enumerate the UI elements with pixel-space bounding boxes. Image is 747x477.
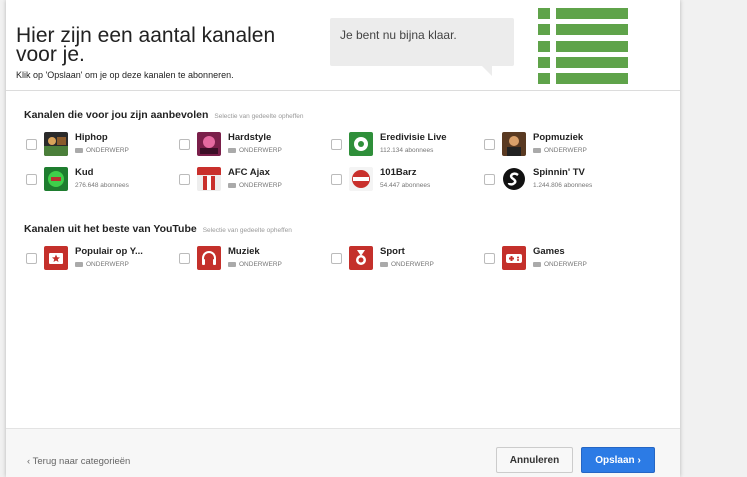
preview-square (538, 24, 550, 35)
preview-square (538, 41, 550, 52)
section-title-recommended: Kanalen die voor jou zijn aanbevolen Sele… (24, 109, 304, 121)
topic-tag-icon (533, 261, 541, 267)
channel-name: Games (533, 246, 565, 257)
channel-checkbox[interactable] (179, 139, 190, 150)
topic-tag-icon (228, 261, 236, 267)
topic-tag-icon (75, 147, 83, 153)
spinnin-thumb (502, 167, 526, 191)
hint-bubble: Je bent nu bijna klaar. (330, 18, 514, 66)
preview-square (538, 8, 550, 19)
channel-name: Populair op Y... (75, 246, 143, 257)
section-title-text: Kanalen die voor jou zijn aanbevolen (24, 109, 209, 121)
preview-bar (556, 73, 628, 84)
channel-checkbox[interactable] (26, 174, 37, 185)
channel-item-muziek[interactable]: Muziek ONDERWERP (179, 244, 329, 274)
headphones-icon (197, 246, 221, 270)
channel-checkbox[interactable] (26, 253, 37, 264)
channel-checkbox[interactable] (484, 253, 495, 264)
channel-checkbox[interactable] (484, 139, 495, 150)
channel-item-kud[interactable]: Kud 276.648 abonnees (26, 165, 176, 195)
topic-tag-icon (228, 147, 236, 153)
topic-tag-icon (380, 261, 388, 267)
channel-name: Muziek (228, 246, 260, 257)
channel-name: 101Barz (380, 167, 417, 178)
channel-name: Sport (380, 246, 405, 257)
preview-square (538, 73, 550, 84)
hiphop-thumb (44, 132, 68, 156)
dialog-footer: ‹ Terug naar categorieën Annuleren Opsla… (6, 428, 680, 477)
section-title-text: Kanalen uit het beste van YouTube (24, 223, 197, 235)
section-title-best-of-youtube: Kanalen uit het beste van YouTube Selecti… (24, 223, 292, 235)
topic-tag-icon (75, 261, 83, 267)
channel-name: Spinnin' TV (533, 167, 585, 178)
preview-bar (556, 8, 628, 19)
eredivisie-thumb (349, 132, 373, 156)
channel-name: Kud (75, 167, 94, 178)
channel-name: Hardstyle (228, 132, 272, 143)
gamepad-icon (502, 246, 526, 270)
channel-item-populair[interactable]: Populair op Y... ONDERWERP (26, 244, 176, 274)
channel-name: Hiphop (75, 132, 108, 143)
ajax-thumb (197, 167, 221, 191)
channel-item-hiphop[interactable]: Hiphop ONDERWERP (26, 130, 176, 160)
channel-meta: ONDERWERP (380, 261, 434, 268)
channel-item-sport[interactable]: Sport ONDERWERP (331, 244, 481, 274)
channel-checkbox[interactable] (331, 253, 342, 264)
topic-tag-icon (228, 182, 236, 188)
channel-item-eredivisie-live[interactable]: Eredivisie Live 112.134 abonnees (331, 130, 481, 160)
channel-item-afc-ajax[interactable]: AFC Ajax ONDERWERP (179, 165, 329, 195)
guide-preview-illustration (526, 0, 646, 90)
channel-meta: ONDERWERP (533, 147, 587, 154)
channel-name: AFC Ajax (228, 167, 270, 178)
channel-checkbox[interactable] (179, 253, 190, 264)
channel-name: Popmuziek (533, 132, 584, 143)
channel-suggestions-dialog: Hier zijn een aantal kanalen voor je. Kl… (6, 0, 680, 477)
channel-checkbox[interactable] (331, 174, 342, 185)
channel-meta: 276.648 abonnees (75, 182, 129, 189)
dialog-header: Hier zijn een aantal kanalen voor je. Kl… (6, 0, 680, 90)
channel-checkbox[interactable] (484, 174, 495, 185)
hint-bubble-tail (482, 66, 492, 76)
channel-item-101barz[interactable]: 101Barz 54.447 abonnees (331, 165, 481, 195)
channel-checkbox[interactable] (26, 139, 37, 150)
preview-bar (556, 24, 628, 35)
topic-tag-icon (533, 147, 541, 153)
star-icon (44, 246, 68, 270)
channel-item-hardstyle[interactable]: Hardstyle ONDERWERP (179, 130, 329, 160)
medal-icon (349, 246, 373, 270)
page-subtitle: Klik op 'Opslaan' om je op deze kanalen … (16, 70, 234, 80)
channel-meta: 112.134 abonnees (380, 147, 434, 154)
channel-checkbox[interactable] (179, 174, 190, 185)
channel-item-popmuziek[interactable]: Popmuziek ONDERWERP (484, 130, 634, 160)
channel-item-spinnin-tv[interactable]: Spinnin' TV 1.244.806 abonnees (484, 165, 634, 195)
channel-meta: 1.244.806 abonnees (533, 182, 593, 189)
channel-meta: ONDERWERP (75, 147, 129, 154)
preview-square (538, 57, 550, 68)
hardstyle-thumb (197, 132, 221, 156)
cancel-button[interactable]: Annuleren (496, 447, 573, 473)
channel-meta: ONDERWERP (75, 261, 129, 268)
channel-meta: ONDERWERP (228, 261, 282, 268)
channel-meta: ONDERWERP (228, 182, 282, 189)
save-button[interactable]: Opslaan › (581, 447, 655, 473)
kud-thumb (44, 167, 68, 191)
preview-bar (556, 41, 628, 52)
101barz-thumb (349, 167, 373, 191)
back-to-categories-link[interactable]: ‹ Terug naar categorieën (27, 456, 130, 467)
channel-meta: ONDERWERP (533, 261, 587, 268)
channel-name: Eredivisie Live (380, 132, 447, 143)
deselect-link[interactable]: Selectie van gedeelte opheffen (214, 113, 303, 120)
page-title: Hier zijn een aantal kanalen voor je. (16, 24, 276, 66)
preview-bar (556, 57, 628, 68)
header-divider (6, 90, 680, 91)
channel-checkbox[interactable] (331, 139, 342, 150)
channel-item-games[interactable]: Games ONDERWERP (484, 244, 634, 274)
channel-meta: ONDERWERP (228, 147, 282, 154)
channel-meta: 54.447 abonnees (380, 182, 431, 189)
popmuziek-thumb (502, 132, 526, 156)
deselect-link[interactable]: Selectie van gedeelte opheffen (203, 227, 292, 234)
